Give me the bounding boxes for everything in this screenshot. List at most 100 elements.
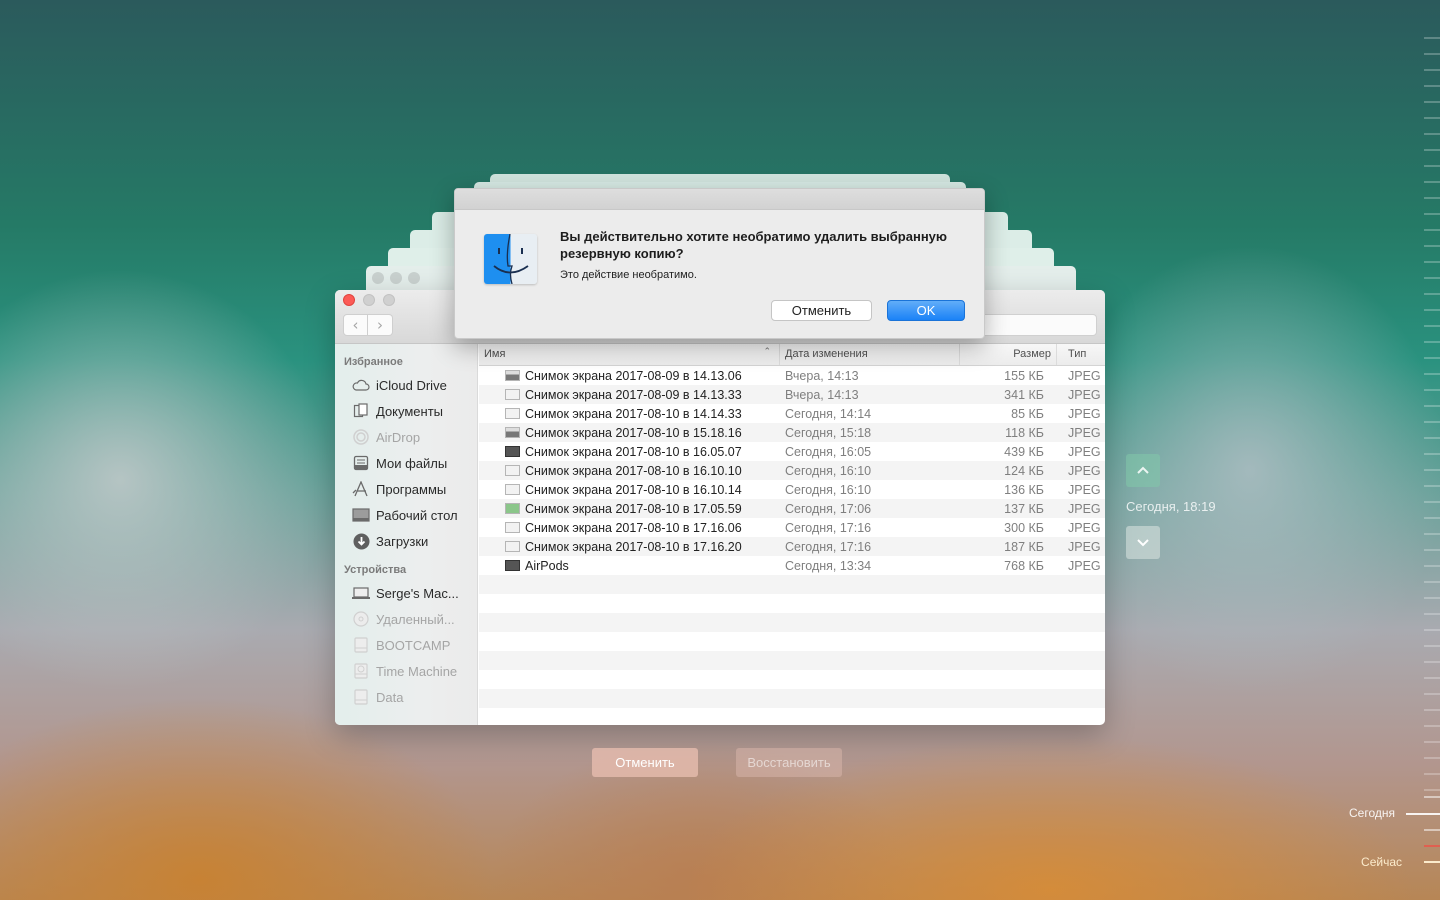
alert-cancel-button[interactable]: Отменить: [771, 300, 872, 321]
sidebar-item-desktop[interactable]: Рабочий стол: [335, 502, 477, 528]
column-header-date[interactable]: Дата изменения: [780, 344, 960, 365]
minimize-button[interactable]: [363, 294, 375, 306]
sidebar-item-applications[interactable]: Программы: [335, 476, 477, 502]
timeline-tick[interactable]: [1424, 181, 1440, 183]
timeline-tick[interactable]: [1424, 741, 1440, 743]
file-row[interactable]: Снимок экрана 2017-08-10 в 15.18.16 Сегод…: [479, 423, 1105, 442]
back-button[interactable]: ‹: [343, 314, 368, 336]
timeline-tick[interactable]: [1424, 789, 1440, 791]
timeline-tick[interactable]: [1424, 796, 1440, 798]
timeline-tick[interactable]: [1424, 325, 1440, 327]
timeline-tick[interactable]: [1424, 645, 1440, 647]
timeline-tick[interactable]: [1424, 677, 1440, 679]
timeline-tick[interactable]: [1424, 85, 1440, 87]
timeline-tick[interactable]: [1424, 565, 1440, 567]
time-machine-cancel-button[interactable]: Отменить: [592, 748, 698, 777]
file-date: Сегодня, 16:10: [785, 463, 872, 478]
sidebar-item-downloads[interactable]: Загрузки: [335, 528, 477, 554]
timeline-tick[interactable]: [1424, 485, 1440, 487]
sidebar-item-airdrop[interactable]: AirDrop: [335, 424, 477, 450]
forward-button[interactable]: ›: [368, 314, 393, 336]
timeline-tick[interactable]: [1424, 149, 1440, 151]
timeline-marker-selected[interactable]: [1424, 845, 1440, 847]
timeline-tick[interactable]: [1424, 197, 1440, 199]
close-button[interactable]: [343, 294, 355, 306]
timeline-tick[interactable]: [1424, 517, 1440, 519]
timeline-tick[interactable]: [1424, 421, 1440, 423]
timeline-tick[interactable]: [1424, 661, 1440, 663]
file-name-cell: Снимок экрана 2017-08-10 в 16.05.07: [479, 445, 780, 459]
file-row[interactable]: Снимок экрана 2017-08-10 в 16.10.14 Сегод…: [479, 480, 1105, 499]
timeline-tick[interactable]: [1424, 133, 1440, 135]
timeline-tick[interactable]: [1424, 69, 1440, 71]
newer-backup-button[interactable]: [1126, 526, 1160, 559]
timeline-tick[interactable]: [1424, 261, 1440, 263]
file-row[interactable]: Снимок экрана 2017-08-10 в 16.10.10 Сегод…: [479, 461, 1105, 480]
timeline-marker-today[interactable]: [1406, 813, 1440, 815]
backup-timeline[interactable]: [1420, 0, 1440, 900]
timeline-tick[interactable]: [1424, 829, 1440, 831]
timeline-tick[interactable]: [1424, 757, 1440, 759]
timeline-tick[interactable]: [1424, 453, 1440, 455]
file-size: 187 КБ: [1004, 539, 1044, 554]
timeline-tick[interactable]: [1424, 405, 1440, 407]
timeline-tick[interactable]: [1424, 101, 1440, 103]
timeline-tick[interactable]: [1424, 213, 1440, 215]
timeline-tick[interactable]: [1424, 357, 1440, 359]
file-row[interactable]: AirPods Сегодня, 13:34 768 КБ JPEG: [479, 556, 1105, 575]
sidebar-item-time-machine[interactable]: Time Machine: [335, 658, 477, 684]
timeline-tick[interactable]: [1424, 469, 1440, 471]
timeline-tick[interactable]: [1424, 629, 1440, 631]
file-name: Снимок экрана 2017-08-09 в 14.13.06: [525, 368, 742, 383]
timeline-tick[interactable]: [1424, 597, 1440, 599]
timeline-tick[interactable]: [1424, 533, 1440, 535]
timeline-tick[interactable]: [1424, 165, 1440, 167]
timeline-tick[interactable]: [1424, 709, 1440, 711]
time-machine-restore-button[interactable]: Восстановить: [736, 748, 842, 777]
timeline-tick[interactable]: [1424, 373, 1440, 375]
timeline-tick[interactable]: [1424, 693, 1440, 695]
older-backup-button[interactable]: [1126, 454, 1160, 487]
timeline-tick[interactable]: [1424, 277, 1440, 279]
timeline-tick[interactable]: [1424, 389, 1440, 391]
file-row[interactable]: Снимок экрана 2017-08-10 в 14.14.33 Сегод…: [479, 404, 1105, 423]
sidebar-item-label: Удаленный...: [376, 611, 455, 627]
timeline-tick[interactable]: [1424, 309, 1440, 311]
timeline-tick[interactable]: [1424, 53, 1440, 55]
sidebar-item-remote-disc[interactable]: Удаленный...: [335, 606, 477, 632]
sidebar-item-all-files[interactable]: Мои файлы: [335, 450, 477, 476]
column-header-name[interactable]: Имя ⌃: [479, 344, 780, 365]
timeline-marker-now[interactable]: [1424, 861, 1440, 863]
sidebar-item-data[interactable]: Data: [335, 684, 477, 710]
sidebar-item-documents[interactable]: Документы: [335, 398, 477, 424]
file-row[interactable]: Снимок экрана 2017-08-10 в 17.16.06 Сегод…: [479, 518, 1105, 537]
timeline-tick[interactable]: [1424, 773, 1440, 775]
timeline-tick[interactable]: [1424, 229, 1440, 231]
file-row[interactable]: Снимок экрана 2017-08-10 в 17.05.59 Сегод…: [479, 499, 1105, 518]
timeline-tick[interactable]: [1424, 501, 1440, 503]
file-row[interactable]: Снимок экрана 2017-08-09 в 14.13.33 Вчера…: [479, 385, 1105, 404]
column-header-type[interactable]: Тип: [1057, 344, 1105, 365]
sidebar-item-icloud-drive[interactable]: iCloud Drive: [335, 372, 477, 398]
sidebar-item-bootcamp[interactable]: BOOTCAMP: [335, 632, 477, 658]
column-header-size[interactable]: Размер: [960, 344, 1057, 365]
timeline-tick[interactable]: [1424, 37, 1440, 39]
delete-backup-alert: Вы действительно хотите необратимо удали…: [454, 188, 985, 339]
timeline-tick[interactable]: [1424, 549, 1440, 551]
timeline-tick[interactable]: [1424, 341, 1440, 343]
sidebar-item-mac[interactable]: Serge's Mac...: [335, 580, 477, 606]
timeline-tick[interactable]: [1424, 117, 1440, 119]
alert-ok-button[interactable]: OK: [887, 300, 965, 321]
timeline-tick[interactable]: [1424, 613, 1440, 615]
sidebar: Избранное iCloud Drive Документы AirDrop…: [335, 344, 478, 725]
timeline-tick[interactable]: [1424, 293, 1440, 295]
file-row[interactable]: Снимок экрана 2017-08-10 в 16.05.07 Сегод…: [479, 442, 1105, 461]
timeline-tick[interactable]: [1424, 581, 1440, 583]
zoom-button[interactable]: [383, 294, 395, 306]
alert-sheet-header: [455, 189, 984, 210]
file-row[interactable]: Снимок экрана 2017-08-09 в 14.13.06 Вчера…: [479, 366, 1105, 385]
file-row[interactable]: Снимок экрана 2017-08-10 в 17.16.20 Сегод…: [479, 537, 1105, 556]
timeline-tick[interactable]: [1424, 245, 1440, 247]
timeline-tick[interactable]: [1424, 437, 1440, 439]
timeline-tick[interactable]: [1424, 725, 1440, 727]
